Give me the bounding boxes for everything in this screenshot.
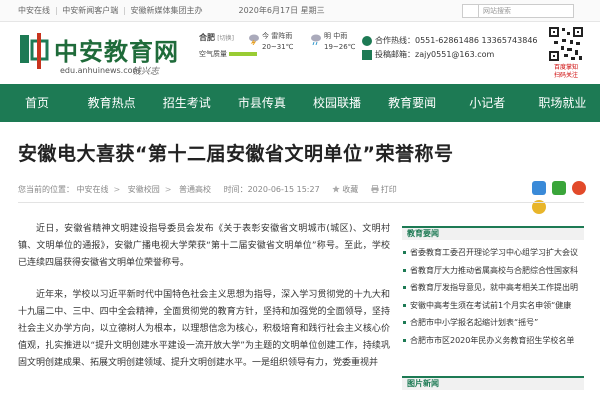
- print-icon: [371, 185, 379, 193]
- contact-info: 合作热线：0551-62861486 13365743846 投稿邮箱：zajy…: [362, 34, 538, 62]
- list-item[interactable]: 安徽中高考生须在考试前1个月实名申领“健康: [402, 297, 584, 315]
- top-bar: 中安在线 | 中安新闻客户端 | 安徽新媒体集团主办 2020年6月17日 星期三 …: [0, 0, 600, 22]
- star-icon: [332, 185, 340, 193]
- list-item[interactable]: 合肥市中小学报名起缩计划表“摇号”: [402, 314, 584, 332]
- breadcrumb-item[interactable]: 安徽校园: [128, 185, 160, 194]
- article-paragraph: 近日，安徽省精神文明建设指导委员会发布《关于表彰安徽省文明城市(城区)、文明村镇…: [18, 224, 390, 268]
- nav-career[interactable]: 职场就业: [525, 84, 600, 122]
- search-input[interactable]: 网站搜索: [462, 4, 574, 18]
- contact-phone: 合作热线：0551-62861486 13365743846: [375, 36, 538, 45]
- article-title: 安徽电大喜获“第十二届安徽省文明单位”荣誉称号: [18, 143, 454, 165]
- article-time: 时间：2020-06-15 15:27: [223, 185, 320, 194]
- phone-icon: [362, 35, 372, 46]
- nav-young-reporter[interactable]: 小记者: [450, 84, 525, 122]
- main-nav: 首页 教育热点 招生考试 市县传真 校园联播 教育要闻 小记者 职场就业: [0, 84, 600, 122]
- current-date: 2020年6月17日 星期三: [238, 6, 325, 15]
- site-title[interactable]: 中安教育网: [54, 32, 179, 67]
- nav-county-news[interactable]: 市县传真: [224, 84, 299, 122]
- weibo-icon[interactable]: [572, 181, 587, 195]
- air-quality-label: 空气质量: [199, 50, 227, 58]
- site-url: edu.anhuinews.com: [60, 66, 141, 75]
- city-name: 合肥: [199, 33, 215, 42]
- favorite-label: 收藏: [342, 185, 359, 194]
- breadcrumb-item[interactable]: 中安在线: [77, 185, 109, 194]
- divider: [18, 202, 584, 203]
- sidebar-section-title: 图片新闻: [402, 376, 584, 390]
- rain-icon: [311, 34, 321, 45]
- breadcrumb-label: 您当前的位置：: [18, 185, 74, 194]
- top-link-client[interactable]: 中安新闻客户端: [62, 6, 118, 15]
- sidebar-section-title: 教育要闻: [402, 226, 584, 240]
- header: 中安教育网 edu.anhuinews.com 钱兴志 合肥 [切换] 空气质量…: [0, 22, 600, 84]
- favorite-button[interactable]: 收藏: [332, 185, 358, 194]
- tomorrow-label: 明: [324, 32, 331, 40]
- today-condition: 雷阵雨: [271, 32, 293, 40]
- mail-icon: [362, 49, 372, 60]
- contact-email[interactable]: 投稿邮箱：zajy0551@163.com: [375, 50, 494, 59]
- article-body: 近日，安徽省精神文明建设指导委员会发布《关于表彰安徽省文明城市(城区)、文明村镇…: [18, 221, 390, 387]
- nav-admissions[interactable]: 招生考试: [149, 84, 224, 122]
- today-temp: 20~31℃: [262, 43, 294, 51]
- breadcrumb-item[interactable]: 普通高校: [179, 185, 211, 194]
- share-bar: [532, 180, 600, 218]
- top-link-group[interactable]: 安徽新媒体集团主办: [131, 6, 203, 15]
- page: 中安在线 | 中安新闻客户端 | 安徽新媒体集团主办 2020年6月17日 星期三 …: [0, 0, 600, 400]
- search-placeholder: 网站搜索: [483, 7, 511, 15]
- top-links: 中安在线 | 中安新闻客户端 | 安徽新媒体集团主办: [18, 6, 203, 15]
- weather-tomorrow: 明 中雨 19~26℃: [311, 31, 356, 53]
- air-quality-bar: [229, 52, 257, 56]
- signature: 钱兴志: [132, 67, 160, 77]
- print-button[interactable]: 打印: [371, 185, 397, 194]
- print-label: 打印: [380, 185, 397, 194]
- qr-code-icon: [548, 26, 584, 62]
- tomorrow-temp: 19~26℃: [324, 43, 356, 51]
- article-meta: 您当前的位置： 中安在线 > 安徽校园 > 普通高校 时间：2020-06-15 1…: [18, 185, 397, 194]
- list-item[interactable]: 合肥市市区2020年民办义务教育招生学校名单: [402, 332, 584, 350]
- thunderstorm-icon: [249, 34, 259, 45]
- today-label: 今: [262, 32, 269, 40]
- list-item[interactable]: 省委教育工委召开理论学习中心组学习扩大会议: [402, 244, 584, 262]
- tomorrow-condition: 中雨: [333, 32, 348, 40]
- nav-campus-news[interactable]: 校园联播: [299, 84, 374, 122]
- news-list: 省委教育工委召开理论学习中心组学习扩大会议 省教育厅大力推动省属高校与合肥综合性…: [402, 244, 584, 349]
- site-logo-icon[interactable]: [18, 31, 50, 71]
- weather-today: 今 雷阵雨 20~31℃: [249, 31, 294, 53]
- share-more-icon[interactable]: [532, 181, 546, 195]
- qr-caption: 百度掌知 扫码关注: [553, 64, 578, 79]
- air-quality: 空气质量: [199, 49, 257, 59]
- article-paragraph: 近年来，学校以习近平新时代中国特色社会主义思想为指导，深入学习贯彻党的十九大和十…: [18, 290, 390, 368]
- list-item[interactable]: 省教育厅发指导意见，就中高考相关工作提出明: [402, 279, 584, 297]
- nav-home[interactable]: 首页: [0, 84, 74, 122]
- list-item[interactable]: 省教育厅大力推动省属高校与合肥综合性国家科: [402, 262, 584, 280]
- top-link-zhongan[interactable]: 中安在线: [18, 6, 50, 15]
- nav-education-hotspot[interactable]: 教育热点: [74, 84, 149, 122]
- search-icon: [463, 5, 479, 17]
- nav-education-news[interactable]: 教育要闻: [375, 84, 450, 122]
- wechat-icon[interactable]: [552, 181, 567, 195]
- city-switch-link[interactable]: [切换]: [217, 35, 234, 42]
